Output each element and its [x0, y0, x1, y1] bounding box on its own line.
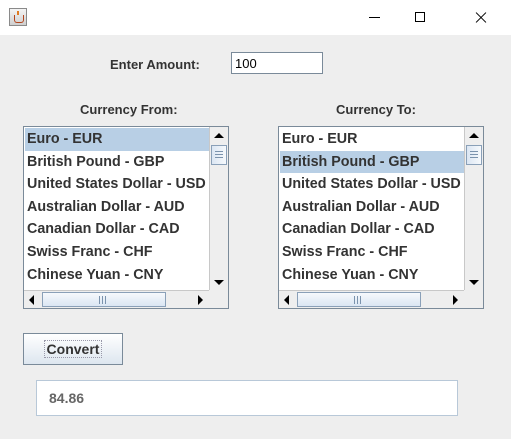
currency-to-list[interactable]: Euro - EUR British Pound - GBP United Stat…: [278, 126, 484, 309]
java-app-icon: [9, 8, 27, 26]
scroll-thumb[interactable]: [42, 292, 166, 307]
currency-option[interactable]: Canadian Dollar - CAD: [25, 218, 209, 241]
currency-option[interactable]: Swiss Franc - CHF: [25, 241, 209, 264]
vertical-scrollbar[interactable]: [464, 127, 483, 291]
vertical-scrollbar[interactable]: [209, 127, 228, 291]
scroll-right-arrow-icon[interactable]: [447, 291, 464, 308]
convert-button-label: Convert: [43, 340, 103, 358]
result-field: 84.86: [36, 380, 458, 416]
horizontal-scrollbar[interactable]: [279, 290, 464, 308]
currency-option[interactable]: Chinese Yuan - CNY: [280, 264, 464, 287]
currency-from-list[interactable]: Euro - EUR British Pound - GBP United Stat…: [23, 126, 229, 309]
maximize-button[interactable]: [398, 0, 444, 35]
horizontal-scrollbar[interactable]: [24, 290, 209, 308]
scroll-thumb[interactable]: [297, 292, 421, 307]
currency-option[interactable]: Euro - EUR: [280, 128, 464, 151]
amount-label: Enter Amount:: [110, 57, 200, 72]
amount-input[interactable]: [231, 52, 323, 74]
currency-option[interactable]: Euro - EUR: [25, 128, 209, 151]
scroll-down-arrow-icon[interactable]: [465, 274, 483, 291]
currency-option[interactable]: Swiss Franc - CHF: [280, 241, 464, 264]
convert-button[interactable]: Convert: [23, 333, 123, 365]
title-bar: [0, 0, 511, 35]
currency-from-items: Euro - EUR British Pound - GBP United Stat…: [25, 128, 209, 291]
currency-option[interactable]: United States Dollar - USD: [280, 173, 464, 196]
minimize-button[interactable]: [352, 0, 398, 35]
currency-option[interactable]: Australian Dollar - AUD: [25, 196, 209, 219]
scroll-up-arrow-icon[interactable]: [210, 127, 228, 144]
currency-option[interactable]: British Pound - GBP: [280, 150, 464, 174]
currency-option[interactable]: Canadian Dollar - CAD: [280, 218, 464, 241]
scroll-left-arrow-icon[interactable]: [279, 291, 296, 308]
currency-option[interactable]: British Pound - GBP: [25, 151, 209, 174]
currency-option[interactable]: Australian Dollar - AUD: [280, 196, 464, 219]
currency-from-label: Currency From:: [80, 102, 178, 117]
scroll-right-arrow-icon[interactable]: [192, 291, 209, 308]
scroll-thumb[interactable]: [466, 145, 482, 165]
scroll-corner: [464, 290, 483, 308]
currency-to-items: Euro - EUR British Pound - GBP United Stat…: [280, 128, 464, 291]
scroll-up-arrow-icon[interactable]: [465, 127, 483, 144]
scroll-left-arrow-icon[interactable]: [24, 291, 41, 308]
currency-option[interactable]: Chinese Yuan - CNY: [25, 264, 209, 287]
scroll-thumb[interactable]: [211, 145, 227, 165]
close-button[interactable]: [457, 0, 503, 35]
currency-option[interactable]: United States Dollar - USD: [25, 173, 209, 196]
scroll-down-arrow-icon[interactable]: [210, 274, 228, 291]
currency-to-label: Currency To:: [336, 102, 416, 117]
scroll-corner: [209, 290, 228, 308]
